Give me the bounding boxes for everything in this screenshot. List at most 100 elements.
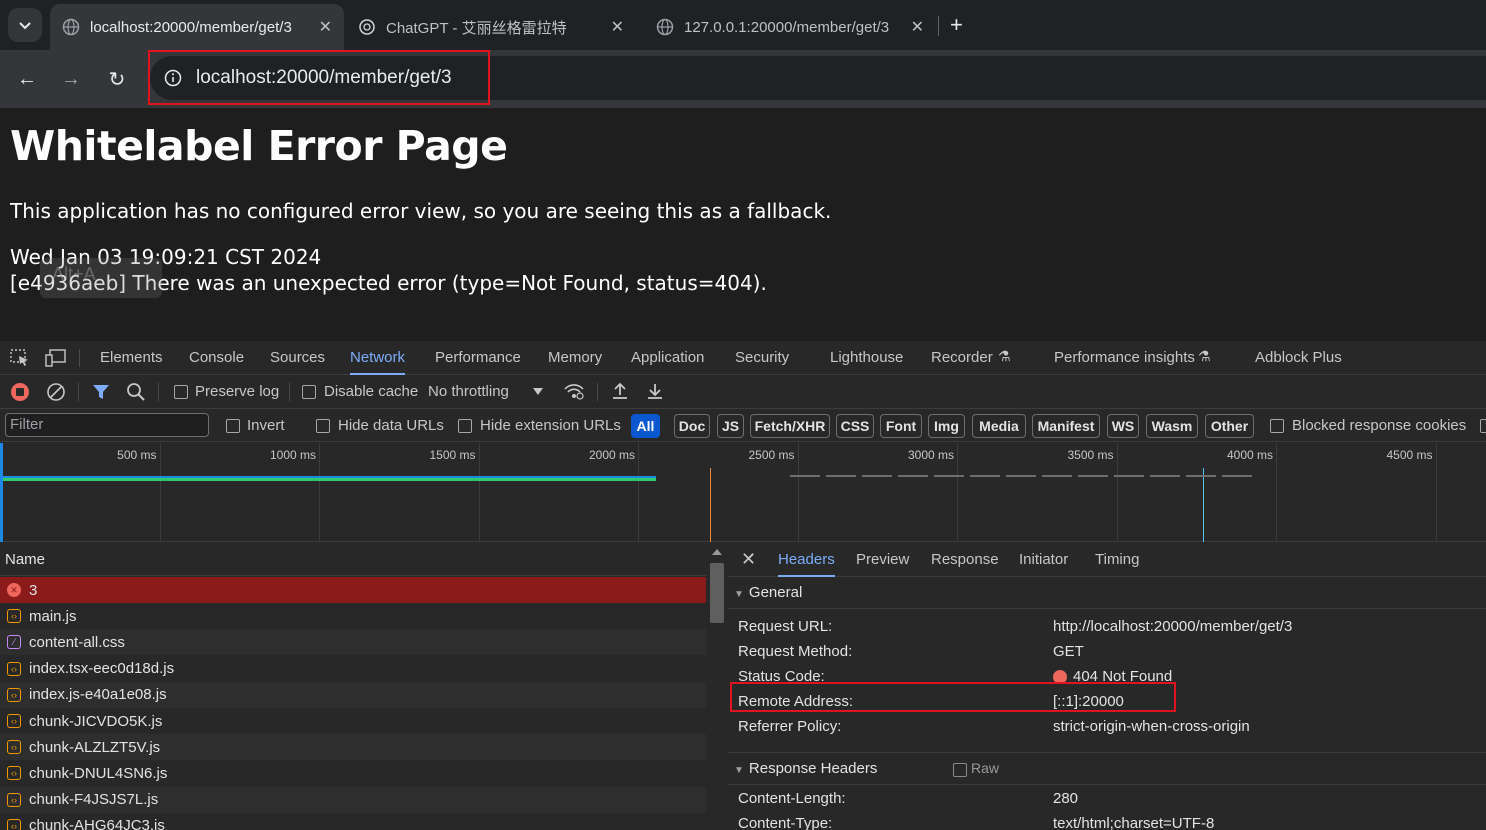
scroll-up-icon[interactable]	[712, 549, 722, 555]
tab-localhost[interactable]: localhost:20000/member/get/3 ✕	[50, 4, 344, 50]
filter-chip-media[interactable]: Media	[972, 414, 1026, 438]
devtools-tab-elements[interactable]: Elements	[100, 341, 163, 375]
devtools-tab-recorder[interactable]: Recorder	[931, 341, 993, 375]
response-header-value: 280	[1053, 790, 1079, 807]
tab-search-button[interactable]	[8, 8, 42, 42]
timeline-bar-pending	[790, 475, 1252, 477]
request-row[interactable]: ‹› chunk-F4JSJS7L.js	[0, 786, 706, 813]
browser-toolbar: ← → ↻ localhost:20000/member/get/3	[0, 50, 1486, 108]
devtools-tab-memory[interactable]: Memory	[548, 341, 602, 375]
filter-chip-font[interactable]: Font	[880, 414, 922, 438]
response-headers-section-header[interactable]: ▼ Response Headers	[728, 753, 1486, 785]
highlight-box	[730, 682, 1176, 712]
overlay-hint-text: Alt+A	[52, 264, 96, 284]
request-name: index.tsx-eec0d18d.js	[29, 660, 175, 678]
detail-tab-preview[interactable]: Preview	[856, 543, 909, 577]
filter-chip-ws[interactable]: WS	[1107, 414, 1139, 438]
blocked-cookies-label: Blocked response cookies	[1292, 417, 1467, 434]
blocked-cookies-checkbox[interactable]	[1270, 419, 1284, 433]
network-conditions-icon[interactable]	[563, 382, 585, 404]
filter-chip-wasm[interactable]: Wasm	[1146, 414, 1198, 438]
detail-tab-response[interactable]: Response	[931, 543, 999, 577]
hide-data-urls-checkbox[interactable]	[316, 419, 330, 433]
new-tab-button[interactable]: +	[950, 12, 963, 38]
invert-checkbox[interactable]	[226, 419, 240, 433]
request-row[interactable]: ‹› chunk-AHG64JC3.js	[0, 813, 706, 830]
devtools-tab-sources[interactable]: Sources	[270, 341, 325, 375]
clear-icon[interactable]	[46, 382, 66, 406]
tab-divider	[78, 383, 79, 401]
chevron-down-icon	[19, 22, 31, 30]
devtools-tab-security[interactable]: Security	[735, 341, 789, 375]
chevron-down-icon[interactable]	[533, 388, 543, 395]
devtools-tab-application[interactable]: Application	[631, 341, 704, 375]
close-icon[interactable]: ✕	[911, 17, 924, 37]
filter-input[interactable]: Filter	[5, 413, 209, 437]
tab-chatgpt[interactable]: ChatGPT - 艾丽丝格雷拉特 ✕	[346, 4, 636, 50]
script-icon: ‹›	[7, 661, 21, 676]
filter-chip-doc[interactable]: Doc	[674, 414, 710, 438]
disable-cache-checkbox[interactable]	[302, 385, 316, 399]
hide-extension-urls-label: Hide extension URLs	[480, 417, 621, 434]
request-row[interactable]: ‹› index.tsx-eec0d18d.js	[0, 656, 706, 682]
filter-chip-manifest[interactable]: Manifest	[1032, 414, 1100, 438]
back-button[interactable]: ←	[12, 64, 42, 94]
raw-checkbox[interactable]	[953, 763, 967, 777]
request-list-scrollbar[interactable]	[706, 543, 728, 830]
name-column-header[interactable]: Name	[0, 543, 706, 576]
devtools-panel: Elements Console Sources Network Performance…	[0, 341, 1486, 830]
request-row[interactable]: ‹› chunk-ALZLZT5V.js	[0, 734, 706, 761]
record-stop-icon[interactable]	[11, 383, 29, 401]
tab-divider	[79, 349, 80, 367]
request-row[interactable]: ⁄ content-all.css	[0, 629, 706, 656]
devtools-tab-console[interactable]: Console	[189, 341, 244, 375]
devtools-tab-performance[interactable]: Performance	[435, 341, 521, 375]
filter-chip-other[interactable]: Other	[1205, 414, 1254, 438]
general-section-header[interactable]: ▼ General	[728, 577, 1486, 609]
filter-chip-all[interactable]: All	[631, 414, 660, 438]
search-icon[interactable]	[126, 382, 146, 406]
request-name: chunk-DNUL4SN6.js	[29, 764, 168, 782]
overflow-checkbox[interactable]	[1480, 419, 1486, 433]
hide-extension-urls-checkbox[interactable]	[458, 419, 472, 433]
import-har-icon[interactable]	[610, 381, 630, 405]
detail-tab-timing[interactable]: Timing	[1095, 543, 1139, 577]
preserve-log-checkbox[interactable]	[174, 385, 188, 399]
devtools-tab-adblock-plus[interactable]: Adblock Plus	[1255, 341, 1342, 375]
filter-icon[interactable]	[92, 383, 110, 405]
inspect-element-icon[interactable]	[10, 349, 30, 372]
timeline-gridline	[1276, 443, 1277, 542]
devtools-tab-performance-insights[interactable]: Performance insights	[1054, 341, 1195, 375]
request-row[interactable]: ‹› chunk-JICVDO5K.js	[0, 708, 706, 734]
detail-tab-initiator[interactable]: Initiator	[1019, 543, 1068, 577]
filter-chip-css[interactable]: CSS	[836, 414, 874, 438]
throttling-select[interactable]: No throttling	[428, 383, 509, 400]
raw-label: Raw	[971, 760, 1000, 776]
request-row[interactable]: ✕ 3	[0, 577, 706, 603]
close-icon[interactable]: ✕	[741, 549, 756, 570]
response-header-value: text/html;charset=UTF-8	[1053, 815, 1215, 830]
script-icon: ‹›	[7, 687, 21, 702]
tab-127[interactable]: 127.0.0.1:20000/member/get/3 ✕	[644, 4, 936, 50]
close-icon[interactable]: ✕	[319, 17, 332, 37]
timeline-gridline	[478, 443, 480, 542]
request-row[interactable]: ‹› index.js-e40a1e08.js	[0, 681, 706, 708]
timeline-bar-waiting	[0, 478, 656, 481]
devtools-tab-lighthouse[interactable]: Lighthouse	[830, 341, 903, 375]
device-toolbar-icon[interactable]	[45, 349, 67, 372]
devtools-tab-network[interactable]: Network	[350, 341, 406, 375]
detail-tab-headers[interactable]: Headers	[778, 543, 835, 577]
filter-chip-js[interactable]: JS	[717, 414, 744, 438]
close-icon[interactable]: ✕	[611, 17, 624, 37]
request-row[interactable]: ‹› chunk-DNUL4SN6.js	[0, 760, 706, 786]
filter-chip-img[interactable]: Img	[928, 414, 965, 438]
request-row[interactable]: ‹› main.js	[0, 603, 706, 629]
timeline-gridline	[957, 443, 958, 542]
forward-button[interactable]: →	[56, 64, 86, 94]
filter-chip-fetch-xhr[interactable]: Fetch/XHR	[750, 414, 830, 438]
general-key: Request URL:	[738, 618, 833, 635]
timeline-gridline	[159, 443, 161, 542]
reload-button[interactable]: ↻	[102, 64, 132, 94]
scroll-thumb[interactable]	[710, 563, 724, 623]
export-har-icon[interactable]	[645, 381, 665, 405]
